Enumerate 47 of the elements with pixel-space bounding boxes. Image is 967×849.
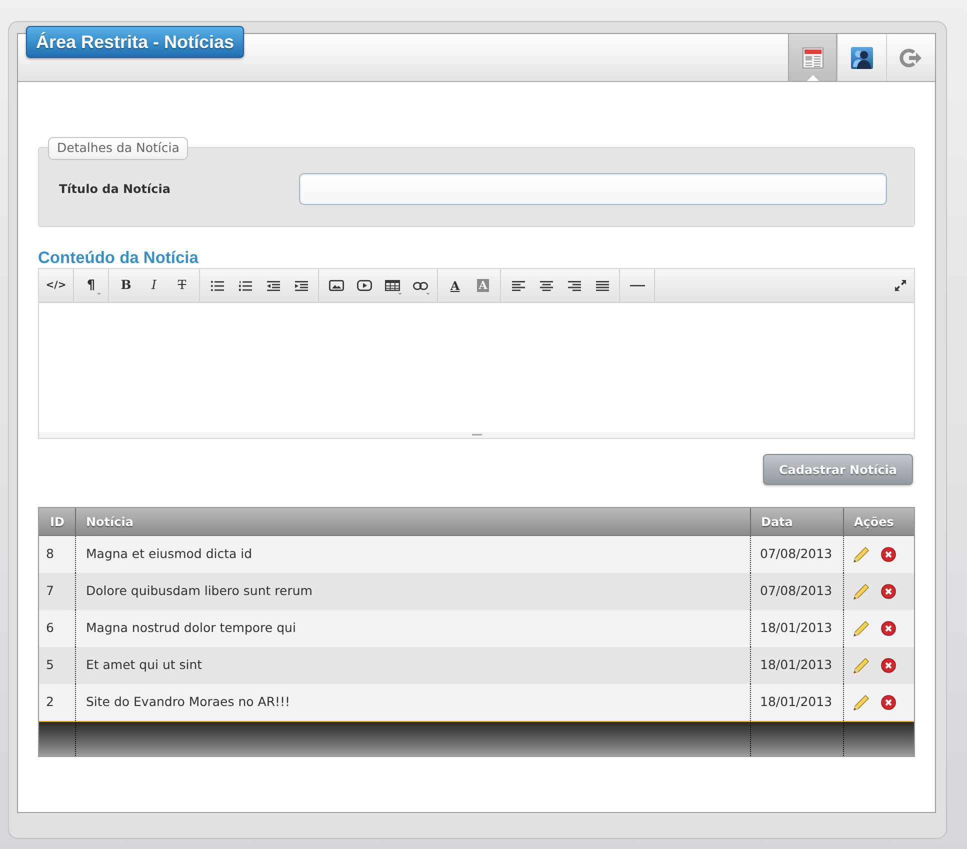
- triangle-icon: [806, 75, 818, 81]
- play-icon: [356, 280, 372, 291]
- outdent-icon: [266, 280, 280, 290]
- pencil-icon[interactable]: [852, 546, 870, 564]
- justify-icon: [596, 280, 608, 290]
- delete-icon[interactable]: [881, 547, 896, 562]
- pencil-icon[interactable]: [852, 582, 870, 600]
- delete-icon[interactable]: [881, 658, 896, 673]
- link-icon: [412, 282, 428, 290]
- expand-icon: [894, 280, 906, 291]
- resize-handle[interactable]: [38, 432, 915, 439]
- numbered-list-icon: [238, 280, 252, 290]
- page-title: Área Restrita - Notícias: [26, 26, 244, 58]
- align-center-icon: [540, 280, 552, 290]
- pencil-icon[interactable]: [852, 656, 870, 674]
- column-header: Data: [751, 508, 844, 535]
- bullet-list-icon: [210, 280, 224, 290]
- newspaper-icon: [802, 46, 824, 68]
- pencil-icon[interactable]: [852, 694, 870, 712]
- logout-icon[interactable]: [899, 48, 923, 68]
- italic-button[interactable]: I: [140, 269, 168, 302]
- column-header: Ações: [853, 514, 895, 530]
- pencil-icon[interactable]: [852, 620, 870, 638]
- table-icon: [384, 280, 400, 291]
- paragraph-format-button[interactable]: ¶: [77, 269, 105, 302]
- delete-icon[interactable]: [881, 621, 896, 636]
- fieldset-legend: Detalhes da Notícia: [48, 137, 188, 160]
- column-header: ID: [39, 508, 76, 535]
- image-icon: [328, 280, 344, 291]
- section-heading: Conteúdo da Notícia: [38, 248, 200, 268]
- caret-icon: [426, 293, 430, 295]
- align-right-icon: [568, 280, 580, 290]
- font-color-button[interactable]: A: [441, 269, 469, 302]
- user-icon: [851, 46, 873, 68]
- indent-icon: [294, 280, 308, 290]
- align-left-icon: [512, 280, 524, 290]
- caret-icon: [398, 293, 402, 295]
- horizontal-line-icon: [630, 284, 644, 286]
- field-label: Título da Notícia: [59, 181, 172, 198]
- title-input[interactable]: [299, 173, 887, 205]
- column-header: Notícia: [76, 508, 751, 535]
- caret-icon: [97, 293, 101, 295]
- bold-button[interactable]: B: [112, 269, 140, 302]
- delete-icon[interactable]: [881, 584, 896, 599]
- html-source-button[interactable]: </>: [42, 269, 70, 302]
- delete-icon[interactable]: [881, 695, 896, 710]
- strikethrough-button[interactable]: T: [168, 269, 196, 302]
